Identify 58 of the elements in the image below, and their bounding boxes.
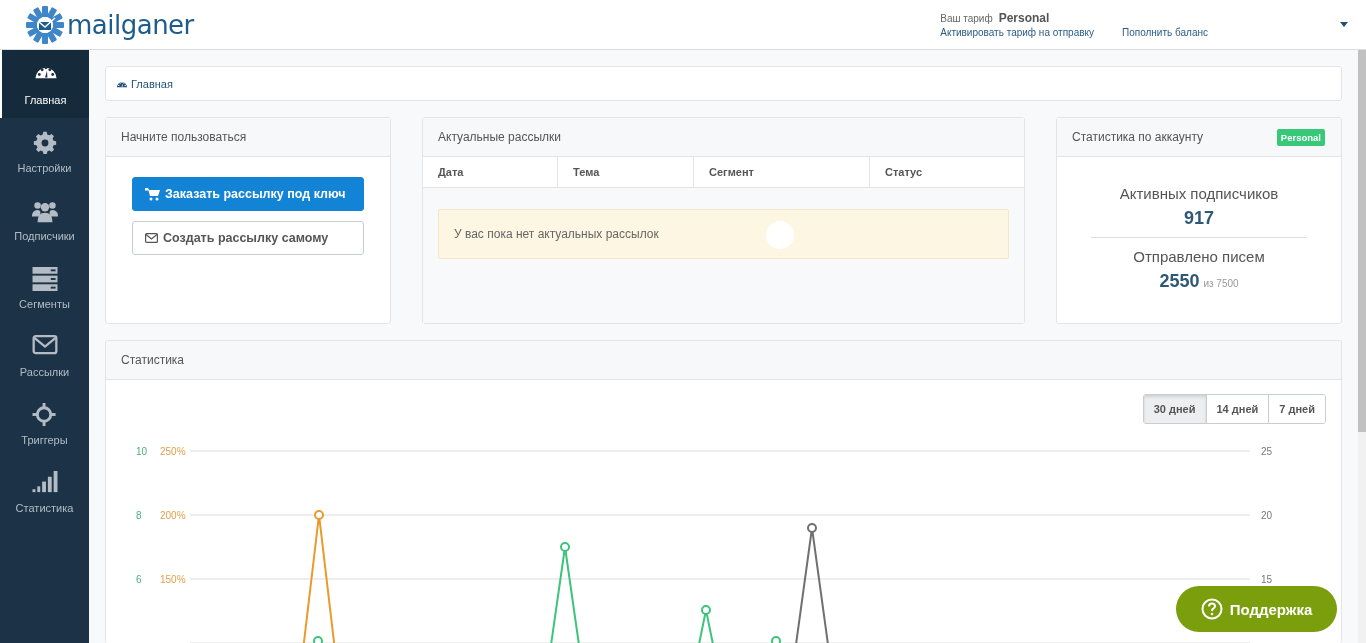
circle-marker [766,221,794,249]
axis-tick-label: 25 [1261,446,1273,457]
column-header: Сегмент [693,157,869,187]
plan-name: Personal [998,11,1050,25]
chart-point [701,605,711,615]
dropdown-button[interactable] [1338,20,1350,29]
axis-tick-label: 150% [160,574,186,585]
plan-label: Ваш тариф [940,13,993,24]
range-button[interactable]: 7 дней [1268,395,1325,423]
axis-tick-label: 20 [1261,510,1273,521]
axis-tick-label: 6 [136,574,142,585]
sidebar-item[interactable]: Сегменты [0,254,89,322]
server-icon [31,266,58,291]
axis-tick-label: 250% [160,446,186,457]
order-button[interactable]: Заказать рассылку под ключ [132,177,364,211]
axis-tick-label: 10 [136,446,148,457]
column-header: Дата [437,165,465,180]
gear-icon [31,130,58,155]
stat-label: Отправлено писем [1133,248,1265,265]
header-link[interactable]: Активировать тариф на отправку [940,27,1094,38]
envelope-icon [145,233,158,243]
chart-point [560,542,570,552]
card-title: Начните пользоваться [121,130,247,144]
crosshair-icon [31,402,58,427]
scrollbar[interactable] [1358,50,1366,643]
card-title: Актуальные рассылки [438,130,561,144]
stat-label: Активных подписчиков [1119,185,1279,202]
chart-point [807,523,817,533]
logo-text: mailganer [67,9,194,40]
axis-tick-label: 8 [136,510,142,521]
breadcrumb-link[interactable]: Главная [116,77,173,90]
stat-value: 917 [1183,208,1214,229]
sidebar-item[interactable]: Статистика [0,458,89,526]
logo-icon [25,4,65,45]
sidebar-item[interactable]: Подписчики [0,186,89,254]
caret-icon [1340,22,1348,27]
axis-tick-label: 15 [1261,574,1273,585]
create-button[interactable]: Создать рассылку самому [132,221,364,255]
range-button[interactable]: 30 дней [1143,395,1206,423]
notice-text: У вас пока нет актуальных рассылок [454,227,659,241]
stat-value: 2550 [1159,271,1200,292]
card-title: Статистика по аккаунту [1072,130,1204,144]
scroll-thumb[interactable] [1358,50,1366,432]
chart-point [314,510,324,520]
sidebar-item[interactable]: Настройки [0,118,89,186]
question-icon [1200,598,1223,620]
header-link[interactable]: Пополнить баланс [1122,27,1208,38]
plan-badge: Personal [1276,128,1325,146]
stat-limit: из 7500 [1203,278,1239,289]
sidebar-item[interactable]: Главная [0,50,89,118]
axis-tick-label: 200% [160,510,186,521]
card-title: Статистика [121,353,185,367]
column-header: Статус [869,157,1024,187]
sidebar-item[interactable]: Триггеры [0,390,89,458]
cart-icon [145,187,160,201]
sidebar-item[interactable]: Рассылки [0,322,89,390]
column-header: Тема [557,157,693,187]
signal-bars-icon [31,470,58,495]
